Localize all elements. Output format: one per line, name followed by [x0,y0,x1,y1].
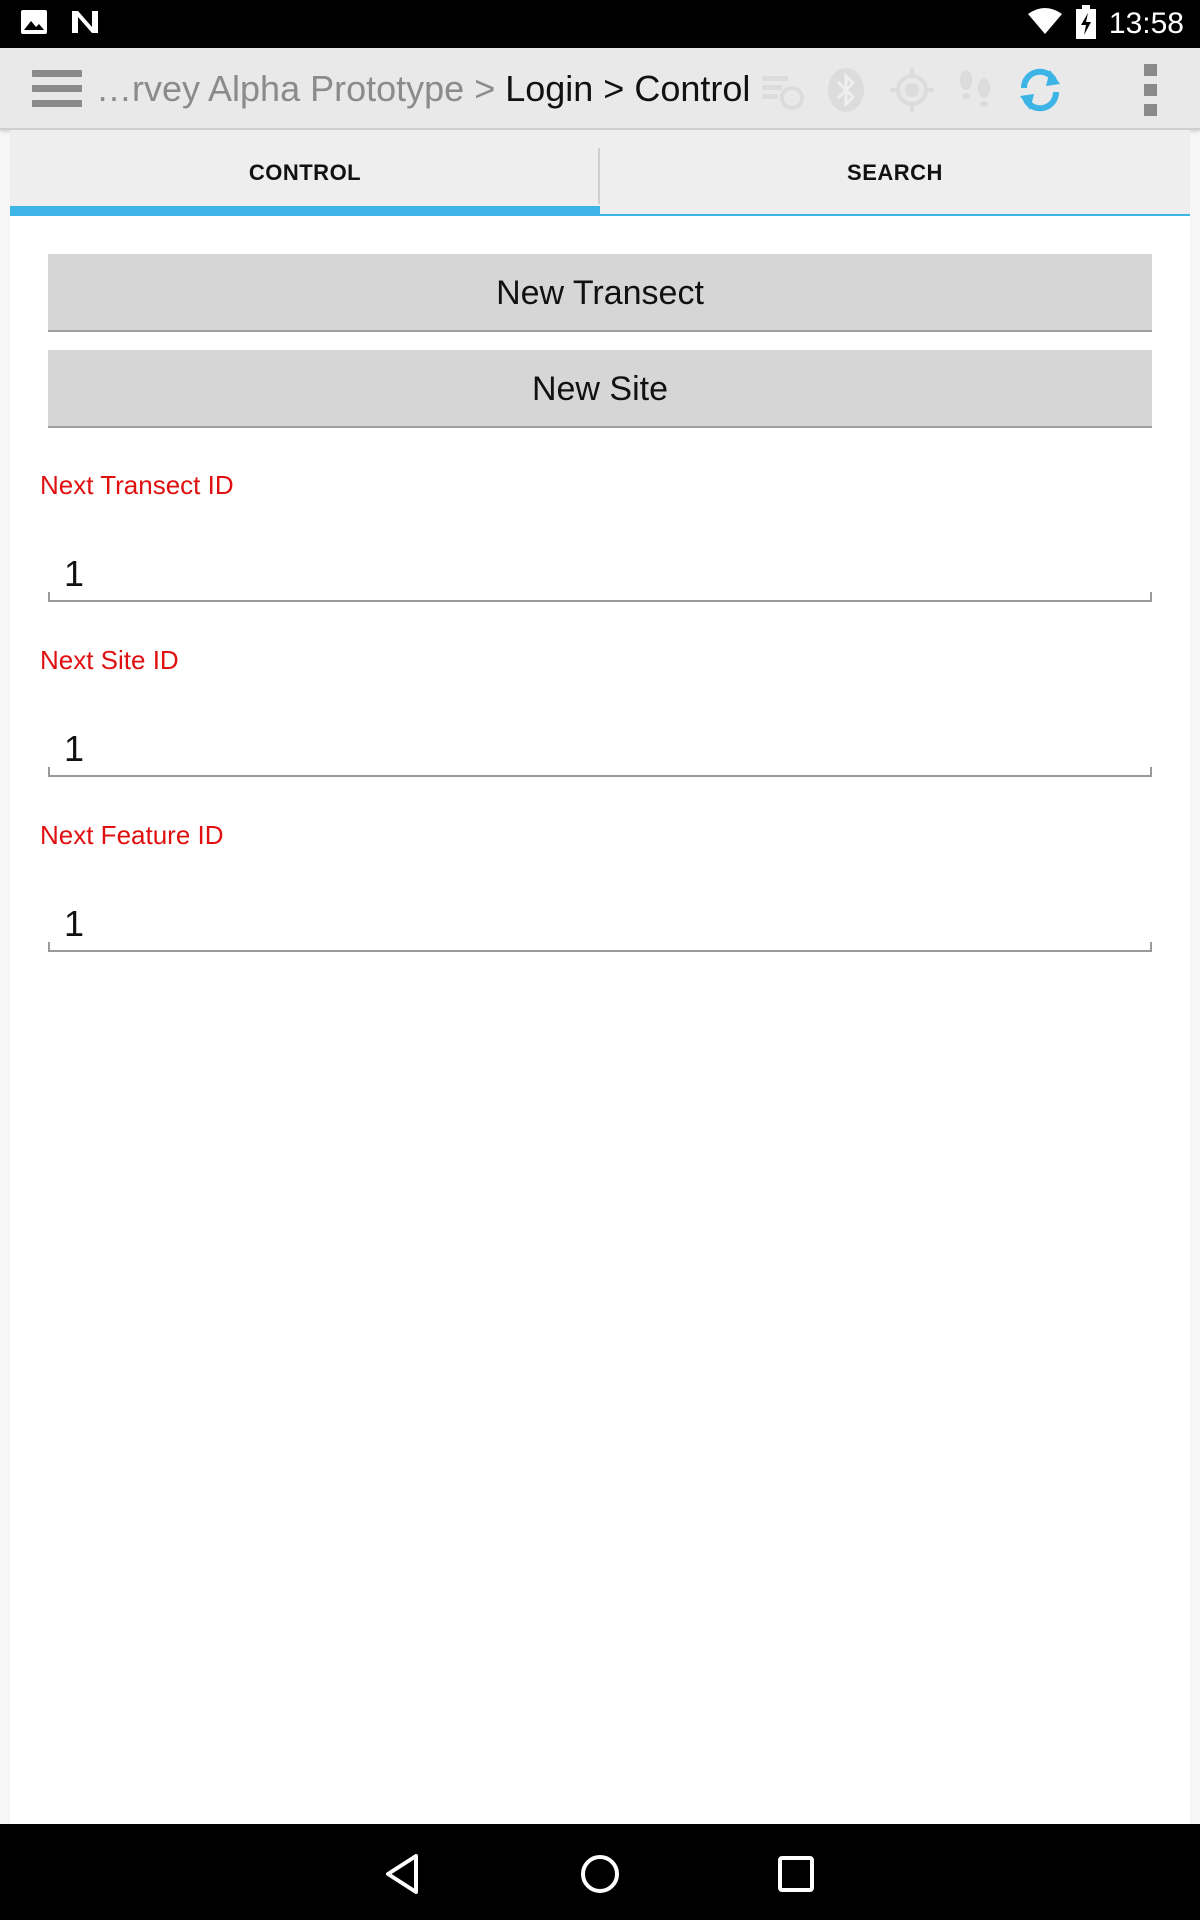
next-feature-id-field[interactable]: 1 [48,896,1152,952]
next-feature-id-label: Next Feature ID [40,820,224,850]
tab-bar: CONTROL SEARCH [10,130,1190,216]
tab-divider [598,148,600,204]
new-transect-button[interactable]: New Transect [48,254,1152,332]
drawer-menu-icon[interactable] [32,70,82,110]
image-icon [20,9,48,40]
breadcrumb: …rvey Alpha Prototype > Login > Control [96,68,750,110]
tab-search[interactable]: SEARCH [600,130,1190,216]
footsteps-icon[interactable] [952,66,1000,114]
back-icon[interactable] [380,1850,428,1898]
wifi-icon [1027,7,1063,41]
next-site-id-label: Next Site ID [40,645,179,675]
new-site-button[interactable]: New Site [48,350,1152,428]
overflow-menu-icon[interactable] [1144,64,1158,116]
status-bar: 13:58 [0,0,1200,48]
navigation-bar [0,1824,1200,1920]
recents-icon[interactable] [772,1850,820,1898]
next-site-id-field[interactable]: 1 [48,721,1152,777]
action-bar: …rvey Alpha Prototype > Login > Control [0,48,1200,130]
control-panel: New Transect New Site Next Transect ID 1… [10,216,1190,1824]
status-time: 13:58 [1108,7,1184,40]
battery-charging-icon [1075,4,1097,44]
refresh-icon[interactable] [1016,66,1064,114]
breadcrumb-parent[interactable]: …rvey Alpha Prototype > [96,68,505,109]
home-icon[interactable] [576,1850,624,1898]
bluetooth-icon[interactable] [822,66,870,114]
breadcrumb-current: Login > Control [505,68,751,109]
n-logo-icon [70,9,100,40]
next-transect-id-field[interactable]: 1 [48,546,1152,602]
gps-icon[interactable] [888,66,936,114]
next-transect-id-label: Next Transect ID [40,470,234,500]
tab-control[interactable]: CONTROL [10,130,600,216]
sync-list-icon[interactable] [758,66,806,114]
